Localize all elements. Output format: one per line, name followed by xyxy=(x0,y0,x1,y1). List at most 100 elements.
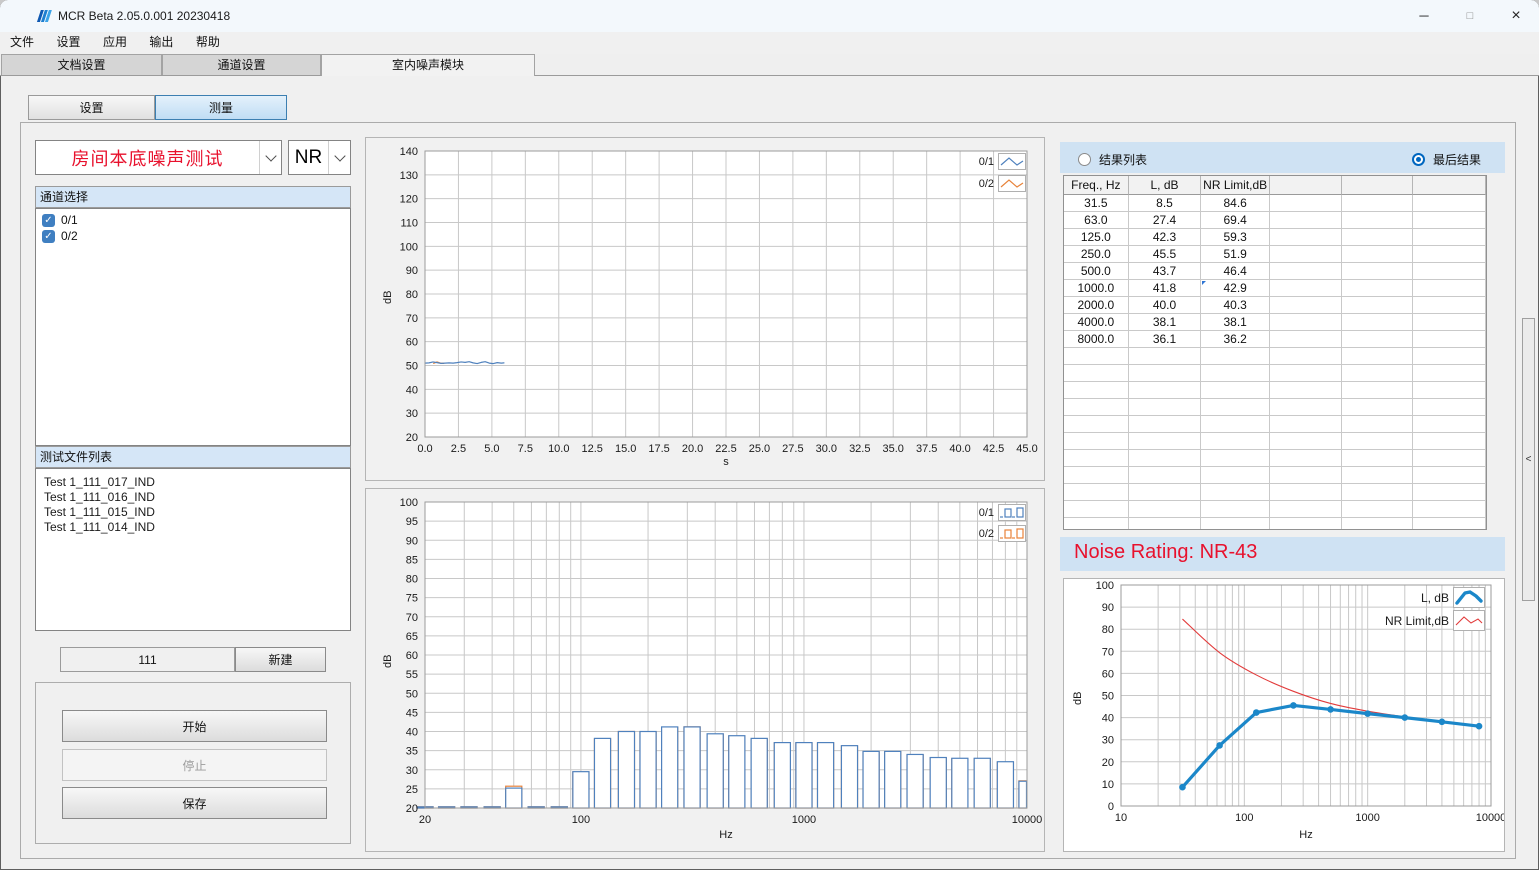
subtab-measure[interactable]: 测量 xyxy=(155,95,287,120)
chevron-down-icon[interactable] xyxy=(259,141,281,174)
tab-indoor-noise-module[interactable]: 室内噪声模块 xyxy=(321,54,535,76)
table-row: 125.042.359.3 xyxy=(1064,229,1486,246)
test-file-item[interactable]: Test 1_111_014_IND xyxy=(36,520,350,535)
table-cell xyxy=(1342,331,1414,348)
checkbox-checked-icon[interactable]: ✓ xyxy=(42,230,55,243)
table-cell xyxy=(1413,280,1486,297)
last-result-radio[interactable]: 最后结果 xyxy=(1412,151,1481,169)
chevron-down-icon[interactable] xyxy=(328,141,350,174)
test-file-item[interactable]: Test 1_111_016_IND xyxy=(36,490,350,505)
svg-text:110: 110 xyxy=(400,218,418,230)
svg-text:80: 80 xyxy=(406,289,418,301)
start-button[interactable]: 开始 xyxy=(62,710,327,742)
tab-channel-settings[interactable]: 通道设置 xyxy=(162,54,321,75)
table-cell: 2000.0 xyxy=(1064,297,1129,314)
table-cell xyxy=(1342,467,1414,484)
test-file-item[interactable]: Test 1_111_017_IND xyxy=(36,475,350,490)
legend-row-ch1: 0/1 xyxy=(906,153,1026,170)
svg-text:75: 75 xyxy=(406,593,418,605)
svg-text:60: 60 xyxy=(1102,668,1114,680)
svg-text:45: 45 xyxy=(406,707,418,719)
table-cell xyxy=(1342,433,1414,450)
svg-text:120: 120 xyxy=(400,194,418,206)
table-row xyxy=(1064,518,1486,530)
table-cell xyxy=(1270,365,1342,382)
minimize-button[interactable]: ─ xyxy=(1401,0,1447,32)
table-cell xyxy=(1201,433,1270,450)
menu-output[interactable]: 输出 xyxy=(141,32,181,54)
channel-item[interactable]: ✓ 0/1 xyxy=(36,212,350,228)
legend-label: NR Limit,dB xyxy=(1344,614,1449,628)
table-cell xyxy=(1270,382,1342,399)
svg-text:65: 65 xyxy=(406,631,418,643)
table-cell: 42.3 xyxy=(1129,229,1202,246)
channel-list[interactable]: ✓ 0/1✓0/2 xyxy=(35,208,351,446)
tab-strip: 文档设置 通道设置 室内噪声模块 xyxy=(0,54,1539,76)
table-cell xyxy=(1064,467,1129,484)
table-cell: 8.5 xyxy=(1129,195,1202,212)
menu-application[interactable]: 应用 xyxy=(95,32,135,54)
svg-text:42.5: 42.5 xyxy=(983,443,1004,455)
table-cell xyxy=(1129,450,1202,467)
test-type-select[interactable]: 房间本底噪声测试 xyxy=(35,140,282,175)
channel-item[interactable]: ✓0/2 xyxy=(36,228,350,244)
tab-document-settings[interactable]: 文档设置 xyxy=(1,54,162,75)
channel-label: 0/1 xyxy=(61,213,78,227)
table-cell: 36.1 xyxy=(1129,331,1202,348)
table-row xyxy=(1064,382,1486,399)
table-cell xyxy=(1270,416,1342,433)
table-cell: 38.1 xyxy=(1201,314,1270,331)
table-cell xyxy=(1270,229,1342,246)
table-cell xyxy=(1270,348,1342,365)
menu-help[interactable]: 帮助 xyxy=(188,32,228,54)
legend-label: 0/2 xyxy=(906,178,994,190)
rating-standard-select[interactable]: NR xyxy=(288,140,351,175)
table-cell xyxy=(1413,518,1486,530)
test-file-item[interactable]: Test 1_111_015_IND xyxy=(36,505,350,520)
table-cell xyxy=(1201,484,1270,501)
table-cell xyxy=(1342,263,1414,280)
test-name-input[interactable] xyxy=(60,647,235,672)
menu-file[interactable]: 文件 xyxy=(2,32,42,54)
svg-text:30: 30 xyxy=(1102,735,1114,747)
svg-text:40: 40 xyxy=(406,727,418,739)
table-cell xyxy=(1201,467,1270,484)
svg-text:45.0: 45.0 xyxy=(1016,443,1037,455)
save-button[interactable]: 保存 xyxy=(62,787,327,819)
table-cell xyxy=(1064,484,1129,501)
table-cell xyxy=(1342,518,1414,530)
svg-text:10.0: 10.0 xyxy=(548,443,569,455)
legend-label: L, dB xyxy=(1344,591,1449,605)
svg-text:37.5: 37.5 xyxy=(916,443,937,455)
checkbox-checked-icon[interactable]: ✓ xyxy=(42,214,55,227)
svg-text:100: 100 xyxy=(1235,812,1253,824)
svg-text:20: 20 xyxy=(419,814,431,826)
result-list-radio[interactable]: 结果列表 xyxy=(1078,151,1147,169)
maximize-button[interactable]: □ xyxy=(1447,0,1493,32)
table-cell xyxy=(1270,501,1342,518)
new-button[interactable]: 新建 xyxy=(235,647,326,672)
table-header-cell: L, dB xyxy=(1129,176,1202,195)
svg-text:130: 130 xyxy=(400,170,418,182)
subtab-settings[interactable]: 设置 xyxy=(28,95,155,120)
app-logo-icon xyxy=(36,8,52,24)
table-cell xyxy=(1201,382,1270,399)
time-history-chart-panel: 14013012011010090807060504030200.02.55.0… xyxy=(365,137,1045,481)
panel-collapse-splitter[interactable]: < xyxy=(1522,318,1535,601)
window-controls: ─ □ × xyxy=(1401,0,1539,32)
menu-settings[interactable]: 设置 xyxy=(48,32,88,54)
table-cell xyxy=(1413,433,1486,450)
test-file-list[interactable]: Test 1_111_017_INDTest 1_111_016_INDTest… xyxy=(35,468,351,631)
table-cell xyxy=(1270,297,1342,314)
table-row xyxy=(1064,399,1486,416)
results-table: Freq., HzL, dBNR Limit,dB31.58.584.663.0… xyxy=(1063,175,1487,530)
radio-icon[interactable] xyxy=(1078,153,1091,166)
close-button[interactable]: × xyxy=(1493,0,1539,32)
table-cell xyxy=(1064,518,1129,530)
svg-text:0: 0 xyxy=(1108,801,1114,813)
svg-text:20: 20 xyxy=(406,432,418,444)
legend-label: 0/1 xyxy=(906,507,994,519)
radio-selected-icon[interactable] xyxy=(1412,153,1425,166)
table-cell xyxy=(1342,297,1414,314)
bar-sample-icon xyxy=(998,525,1026,542)
